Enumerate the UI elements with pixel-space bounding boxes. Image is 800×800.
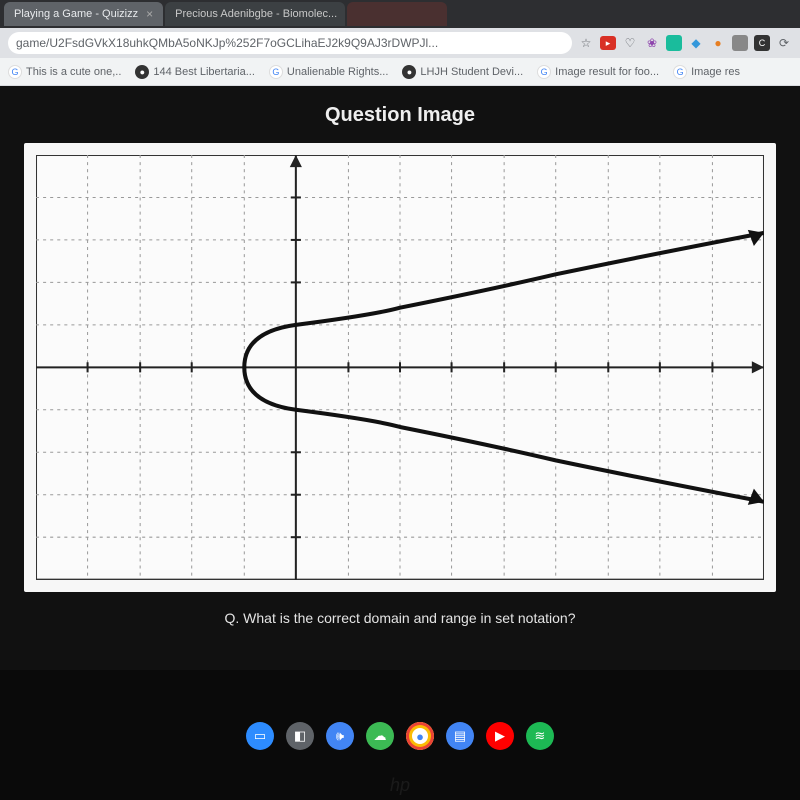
page-title: Question Image [20,104,780,127]
bookmark-label: Image result for foo... [555,66,659,78]
browser-tab-active[interactable]: Playing a Game - Quizizz × [4,2,163,26]
url-text: game/U2FsdGVkX18uhkQMbA5oNKJp%252F7oGCLi… [16,36,438,50]
question-image [24,143,776,592]
app-grey-icon[interactable]: ◧ [286,722,314,750]
quiz-content: Question Image [0,86,800,670]
tab-title: Playing a Game - Quizizz [14,8,138,20]
bookmark-item[interactable]: G Image res [673,65,740,79]
question-prefix: Q. [225,610,240,626]
browser-tab[interactable] [347,2,447,26]
bookmark-label: 144 Best Libertaria... [153,66,255,78]
star-icon[interactable]: ☆ [578,35,594,51]
outline-heart-icon[interactable]: ♡ [622,35,638,51]
menu-icon[interactable]: ⟳ [776,35,792,51]
graph-plot [36,155,764,580]
bookmark-label: LHJH Student Devi... [420,66,523,78]
site-icon: ● [135,65,149,79]
hp-logo: hp [390,775,410,796]
bookmarks-bar: G This is a cute one,.. ● 144 Best Liber… [0,58,800,86]
orange-dot-icon[interactable]: ● [710,35,726,51]
os-dock: ▭ ◧ 🕪 ☁ ● ▤ ▶ ≋ [246,722,554,750]
zoom-icon[interactable]: ▭ [246,722,274,750]
bookmark-item[interactable]: G Image result for foo... [537,65,659,79]
url-input[interactable]: game/U2FsdGVkX18uhkQMbA5oNKJp%252F7oGCLi… [8,32,572,54]
question-body: What is the correct domain and range in … [243,610,575,626]
chrome-icon[interactable]: ● [406,722,434,750]
url-bar: game/U2FsdGVkX18uhkQMbA5oNKJp%252F7oGCLi… [0,28,800,58]
cloud-icon[interactable]: ☁ [366,722,394,750]
purple-puzzle-icon[interactable]: ❀ [644,35,660,51]
google-icon: G [537,65,551,79]
bookmark-item[interactable]: G This is a cute one,.. [8,65,121,79]
bookmark-item[interactable]: ● LHJH Student Devi... [402,65,523,79]
tab-title: Precious Adenibgbe - Biomolec... [175,8,337,20]
bookmark-label: This is a cute one,.. [26,66,121,78]
teal-square-icon[interactable] [666,35,682,51]
google-icon: G [673,65,687,79]
youtube-icon[interactable]: ▶ [486,722,514,750]
close-icon[interactable]: × [146,7,153,21]
google-icon: G [8,65,22,79]
blue-diamond-icon[interactable]: ◆ [688,35,704,51]
question-text: Q. What is the correct domain and range … [20,610,780,626]
google-icon: G [269,65,283,79]
bookmark-label: Image res [691,66,740,78]
spotify-icon[interactable]: ≋ [526,722,554,750]
red-badge-icon[interactable]: ▸ [600,36,616,50]
sound-icon[interactable]: 🕪 [326,722,354,750]
docs-icon[interactable]: ▤ [446,722,474,750]
bookmark-item[interactable]: G Unalienable Rights... [269,65,389,79]
browser-tab[interactable]: Precious Adenibgbe - Biomolec... × [165,2,345,26]
bookmark-item[interactable]: ● 144 Best Libertaria... [135,65,255,79]
browser-tab-strip: Playing a Game - Quizizz × Precious Aden… [0,0,800,28]
grey-square-icon[interactable] [732,35,748,51]
dark-square-icon[interactable]: C [754,35,770,51]
bookmark-label: Unalienable Rights... [287,66,389,78]
site-icon: ● [402,65,416,79]
